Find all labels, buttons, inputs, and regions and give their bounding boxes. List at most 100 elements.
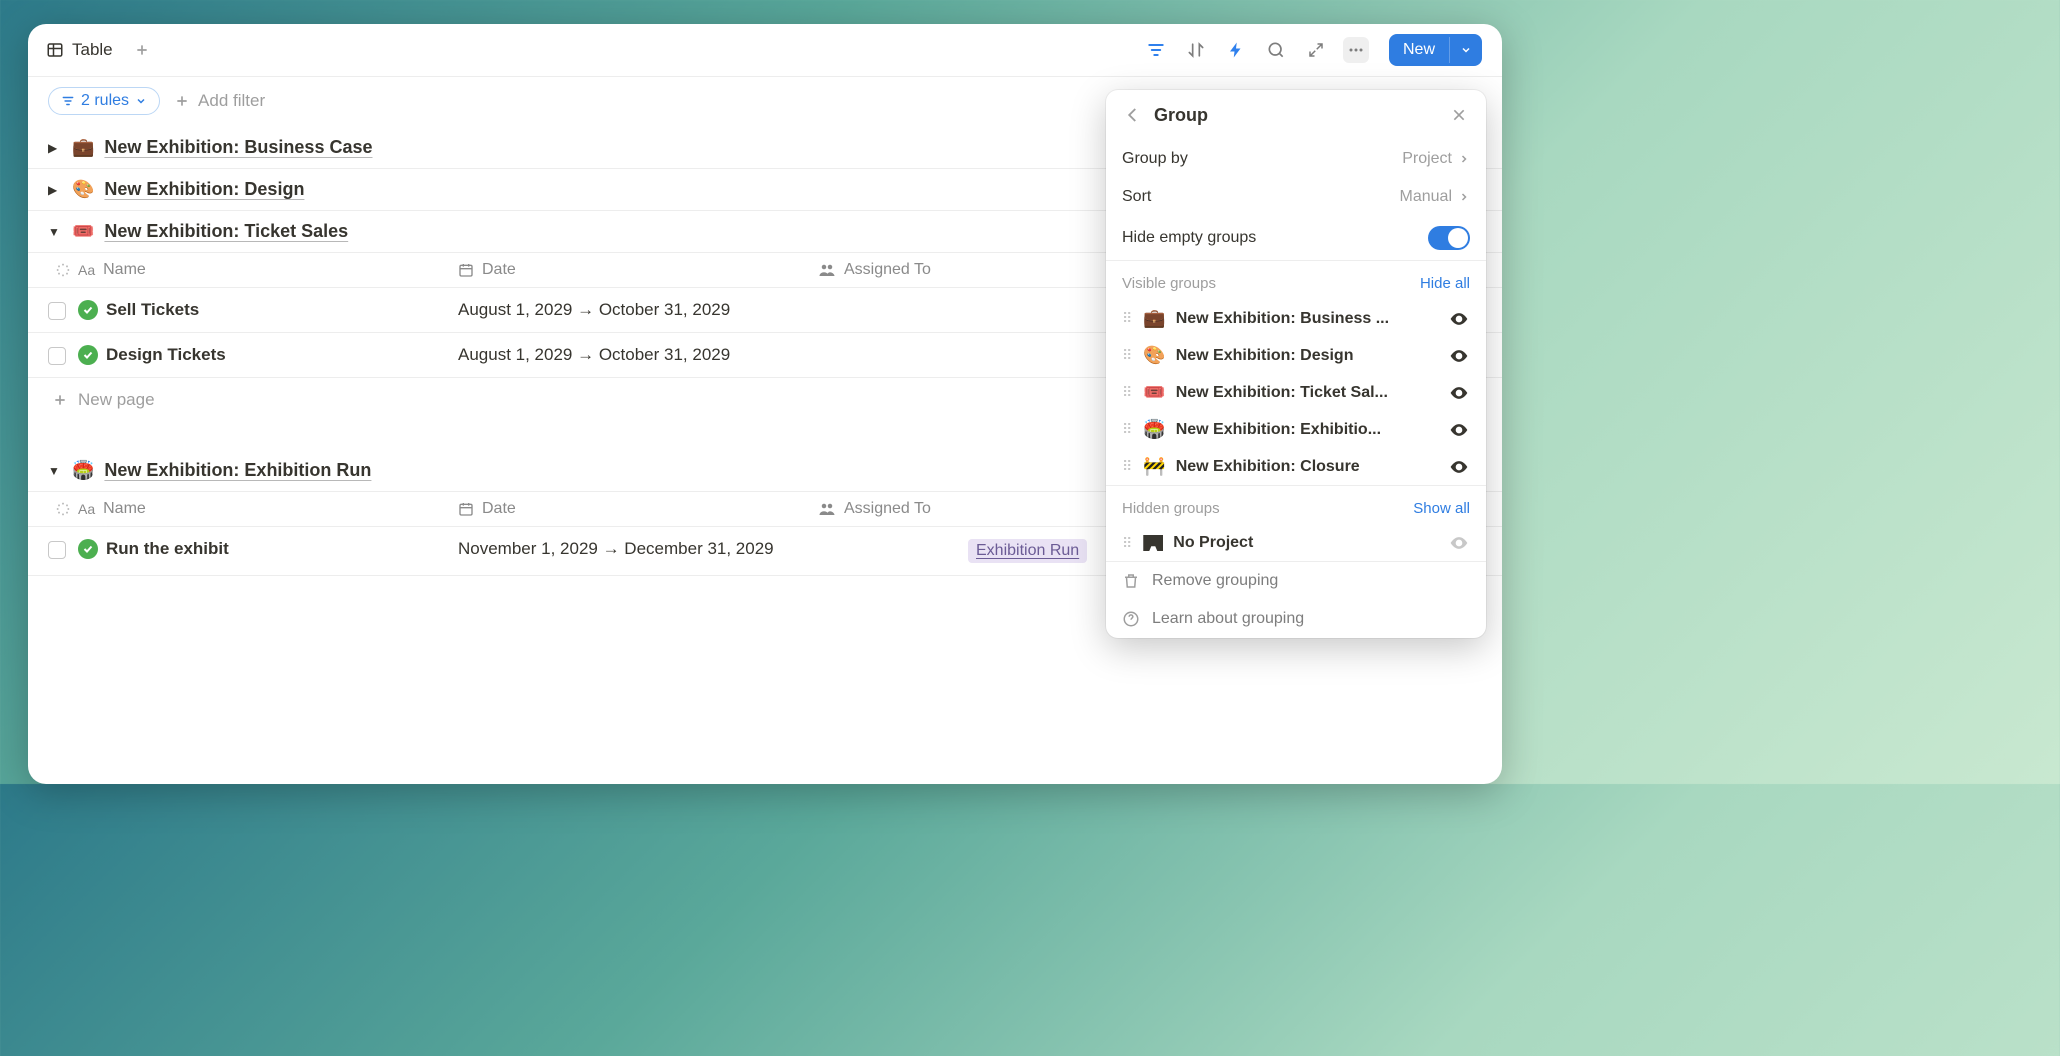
row-checkbox[interactable]: [48, 539, 78, 559]
add-view-button[interactable]: [131, 39, 153, 61]
column-date[interactable]: Date: [458, 261, 818, 279]
visible-groups-header: Visible groups Hide all: [1106, 261, 1486, 300]
row-name: Design Tickets: [106, 345, 226, 365]
filter-rules-chip[interactable]: 2 rules: [48, 87, 160, 115]
more-icon[interactable]: [1343, 37, 1369, 63]
project-tag[interactable]: Exhibition Run: [968, 539, 1087, 563]
row-date: November 1, 2029 → December 31, 2029: [458, 539, 818, 559]
collapse-toggle-icon[interactable]: ▼: [48, 225, 62, 239]
calendar-icon: [458, 501, 474, 517]
group-emoji: 💼: [72, 137, 94, 158]
rules-label: 2 rules: [81, 92, 129, 110]
visibility-toggle[interactable]: [1448, 420, 1470, 440]
visibility-toggle[interactable]: [1448, 533, 1470, 553]
expand-icon[interactable]: [1303, 37, 1329, 63]
group-title: New Exhibition: Business Case: [104, 137, 372, 158]
sort-icon[interactable]: [1183, 37, 1209, 63]
loading-icon: [48, 501, 78, 517]
hide-empty-row: Hide empty groups: [1106, 216, 1486, 260]
text-property-icon: Aa: [78, 262, 95, 278]
drag-handle-icon[interactable]: ⠿: [1122, 310, 1133, 327]
help-icon: [1122, 610, 1140, 628]
column-date[interactable]: Date: [458, 500, 818, 518]
group-emoji: 🏟️: [72, 460, 94, 481]
visibility-toggle[interactable]: [1448, 383, 1470, 403]
hidden-groups-header: Hidden groups Show all: [1106, 486, 1486, 525]
drag-handle-icon[interactable]: ⠿: [1122, 458, 1133, 475]
visible-group-item[interactable]: ⠿ 🏟️ New Exhibition: Exhibitio...: [1106, 411, 1486, 448]
group-by-row[interactable]: Group by Project: [1106, 140, 1486, 178]
group-by-label: Group by: [1122, 150, 1188, 168]
sort-label: Sort: [1122, 188, 1151, 206]
remove-grouping-button[interactable]: Remove grouping: [1106, 562, 1486, 600]
view-tabs-bar: Table New: [28, 24, 1502, 76]
row-date: August 1, 2029 → October 31, 2029: [458, 300, 818, 320]
expand-toggle-icon[interactable]: ▶: [48, 141, 62, 155]
status-done-icon: [78, 300, 98, 320]
add-filter-label: Add filter: [198, 91, 265, 111]
visibility-toggle[interactable]: [1448, 309, 1470, 329]
automation-icon[interactable]: [1223, 37, 1249, 63]
app-window: Table New 2 rules Add filter: [28, 24, 1502, 784]
column-assigned[interactable]: Assigned To: [818, 500, 1078, 518]
row-name: Sell Tickets: [106, 300, 199, 320]
status-done-icon: [78, 345, 98, 365]
show-all-button[interactable]: Show all: [1413, 500, 1470, 517]
hide-empty-label: Hide empty groups: [1122, 229, 1256, 247]
visible-group-item[interactable]: ⠿ 🎨 New Exhibition: Design: [1106, 337, 1486, 374]
collapse-toggle-icon[interactable]: ▼: [48, 464, 62, 478]
search-icon[interactable]: [1263, 37, 1289, 63]
filter-icon: [61, 94, 75, 108]
row-name: Run the exhibit: [106, 539, 229, 559]
new-button-label: New: [1389, 34, 1449, 66]
back-button[interactable]: [1122, 104, 1144, 126]
new-button[interactable]: New: [1389, 34, 1482, 66]
visible-group-item[interactable]: ⠿ 💼 New Exhibition: Business ...: [1106, 300, 1486, 337]
loading-icon: [48, 262, 78, 278]
visibility-toggle[interactable]: [1448, 457, 1470, 477]
drag-handle-icon[interactable]: ⠿: [1122, 421, 1133, 438]
hidden-group-item[interactable]: ⠿ No Project: [1106, 525, 1486, 561]
chevron-right-icon: [1458, 153, 1470, 165]
plus-icon: [174, 93, 190, 109]
row-checkbox[interactable]: [48, 345, 78, 365]
group-title: New Exhibition: Ticket Sales: [104, 221, 348, 242]
hide-empty-toggle[interactable]: [1428, 226, 1470, 250]
plus-icon: [52, 392, 68, 408]
people-icon: [818, 261, 836, 279]
text-property-icon: Aa: [78, 501, 95, 517]
drag-handle-icon[interactable]: ⠿: [1122, 535, 1133, 552]
group-emoji: 🎨: [72, 179, 94, 200]
table-icon: [46, 41, 64, 59]
column-name[interactable]: Aa Name: [78, 500, 458, 518]
filter-icon[interactable]: [1143, 37, 1169, 63]
row-checkbox[interactable]: [48, 300, 78, 320]
hide-all-button[interactable]: Hide all: [1420, 275, 1470, 292]
chevron-right-icon: [1458, 191, 1470, 203]
trash-icon: [1122, 572, 1140, 590]
group-title: New Exhibition: Design: [104, 179, 304, 200]
toolbar: New: [1143, 34, 1482, 66]
group-settings-popover: Group Group by Project Sort Manual Hide …: [1106, 90, 1486, 638]
drag-handle-icon[interactable]: ⠿: [1122, 384, 1133, 401]
tab-label: Table: [72, 40, 113, 60]
sort-row[interactable]: Sort Manual: [1106, 178, 1486, 216]
add-filter-button[interactable]: Add filter: [174, 91, 265, 111]
popover-title: Group: [1154, 105, 1438, 126]
status-done-icon: [78, 539, 98, 559]
column-name[interactable]: Aa Name: [78, 261, 458, 279]
column-assigned[interactable]: Assigned To: [818, 261, 1078, 279]
visible-group-item[interactable]: ⠿ 🎟️ New Exhibition: Ticket Sal...: [1106, 374, 1486, 411]
row-date: August 1, 2029 → October 31, 2029: [458, 345, 818, 365]
new-button-chevron[interactable]: [1449, 37, 1482, 63]
close-button[interactable]: [1448, 104, 1470, 126]
learn-grouping-button[interactable]: Learn about grouping: [1106, 600, 1486, 638]
drag-handle-icon[interactable]: ⠿: [1122, 347, 1133, 364]
expand-toggle-icon[interactable]: ▶: [48, 183, 62, 197]
visible-group-item[interactable]: ⠿ 🚧 New Exhibition: Closure: [1106, 448, 1486, 485]
tab-table[interactable]: Table: [38, 36, 121, 64]
visibility-toggle[interactable]: [1448, 346, 1470, 366]
group-title: New Exhibition: Exhibition Run: [104, 460, 371, 481]
group-emoji: 🎟️: [72, 221, 94, 242]
chevron-down-icon: [135, 95, 147, 107]
